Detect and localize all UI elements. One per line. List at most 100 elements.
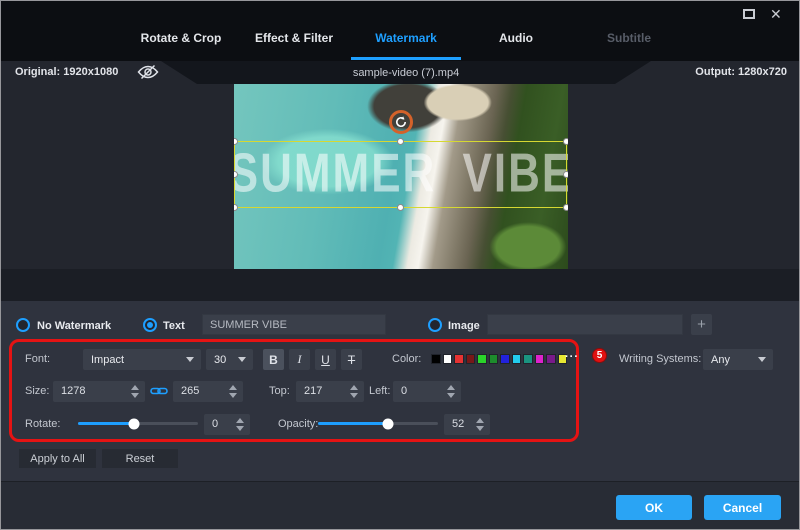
rotate-slider[interactable]: [78, 422, 198, 425]
opacity-spinner[interactable]: 52: [444, 414, 490, 435]
no-watermark-label: No Watermark: [37, 320, 111, 332]
color-swatch[interactable]: [535, 354, 545, 364]
strikethrough-button[interactable]: T: [341, 349, 362, 370]
left-value: 0: [401, 385, 407, 397]
spin-down-icon[interactable]: [350, 393, 358, 398]
underline-icon: U: [321, 353, 330, 367]
resize-handle-mid-left[interactable]: [234, 171, 238, 178]
font-family-value: Impact: [91, 354, 124, 366]
underline-button[interactable]: U: [315, 349, 336, 370]
image-watermark-radio[interactable]: [428, 318, 442, 332]
resize-handle-bottom-center[interactable]: [397, 204, 404, 211]
spin-up-icon[interactable]: [131, 385, 139, 390]
maximize-icon: [743, 9, 755, 19]
writing-systems-label: Writing Systems:: [619, 353, 701, 365]
strikethrough-icon: T: [348, 353, 355, 367]
spin-down-icon[interactable]: [229, 393, 237, 398]
image-watermark-label: Image: [448, 320, 480, 332]
spin-up-icon[interactable]: [236, 418, 244, 423]
spin-down-icon[interactable]: [476, 426, 484, 431]
resize-handle-top-left[interactable]: [234, 138, 238, 145]
plus-icon: +: [697, 316, 706, 333]
bold-button[interactable]: B: [263, 349, 284, 370]
close-button[interactable]: ✕: [770, 6, 782, 22]
chevron-down-icon: [238, 357, 246, 362]
video-preview: SUMMER VIBE: [234, 84, 568, 269]
italic-icon: I: [298, 352, 302, 367]
text-watermark-label: Text: [163, 320, 185, 332]
resize-handle-top-right[interactable]: [563, 138, 568, 145]
spin-down-icon[interactable]: [131, 393, 139, 398]
color-swatch[interactable]: [477, 354, 487, 364]
bold-icon: B: [269, 353, 278, 367]
spin-up-icon[interactable]: [476, 418, 484, 423]
rotate-spinner[interactable]: 0: [204, 414, 250, 435]
color-swatch[interactable]: [546, 354, 556, 364]
no-watermark-radio[interactable]: [16, 318, 30, 332]
spin-down-icon[interactable]: [447, 393, 455, 398]
link-dimensions-button[interactable]: [150, 385, 168, 397]
tab-watermark[interactable]: Watermark: [375, 31, 437, 45]
color-swatch[interactable]: [466, 354, 476, 364]
height-value: 265: [181, 385, 199, 397]
color-swatch[interactable]: [443, 354, 453, 364]
chevron-down-icon: [758, 357, 766, 362]
width-spinner[interactable]: 1278: [53, 381, 145, 402]
apply-to-all-label: Apply to All: [30, 453, 84, 465]
resize-handle-bottom-right[interactable]: [563, 204, 568, 211]
color-swatch[interactable]: [489, 354, 499, 364]
tab-effect-filter[interactable]: Effect & Filter: [255, 31, 333, 45]
resize-handle-top-center[interactable]: [397, 138, 404, 145]
opacity-slider[interactable]: [318, 422, 438, 425]
opacity-label: Opacity:: [278, 418, 318, 430]
left-label: Left:: [369, 385, 390, 397]
reset-button[interactable]: Reset: [102, 449, 178, 468]
italic-button[interactable]: I: [289, 349, 310, 370]
bottom-bar: OK Cancel: [1, 481, 799, 530]
spin-up-icon[interactable]: [229, 385, 237, 390]
width-value: 1278: [61, 385, 85, 397]
top-value: 217: [304, 385, 322, 397]
rotate-arrow-icon: [394, 115, 408, 129]
spin-up-icon[interactable]: [447, 385, 455, 390]
maximize-button[interactable]: [743, 6, 755, 19]
resize-handle-mid-right[interactable]: [563, 171, 568, 178]
preview-compare-button[interactable]: [137, 64, 163, 82]
font-label: Font:: [25, 353, 50, 365]
chain-link-icon: [150, 385, 168, 397]
font-size-dropdown[interactable]: 30: [206, 349, 253, 370]
watermark-text-input[interactable]: [202, 314, 386, 335]
color-swatch[interactable]: [431, 354, 441, 364]
text-watermark-radio[interactable]: [143, 318, 157, 332]
top-spinner[interactable]: 217: [296, 381, 364, 402]
cancel-label: Cancel: [723, 501, 762, 515]
add-image-button[interactable]: +: [691, 314, 712, 335]
color-swatch[interactable]: [500, 354, 510, 364]
tab-audio[interactable]: Audio: [499, 31, 533, 45]
more-colors-button[interactable]: ···: [565, 351, 579, 363]
cancel-button[interactable]: Cancel: [704, 495, 781, 520]
ok-button[interactable]: OK: [616, 495, 692, 520]
color-swatch[interactable]: [523, 354, 533, 364]
opacity-slider-thumb[interactable]: [382, 418, 393, 429]
eye-off-icon: [137, 64, 159, 80]
color-swatch-list: [431, 354, 567, 364]
tab-rotate-crop[interactable]: Rotate & Crop: [141, 31, 222, 45]
color-swatch[interactable]: [512, 354, 522, 364]
rotate-slider-thumb[interactable]: [129, 418, 140, 429]
opacity-value: 52: [452, 418, 464, 430]
font-family-dropdown[interactable]: Impact: [83, 349, 201, 370]
left-spinner[interactable]: 0: [393, 381, 461, 402]
watermark-selection-box[interactable]: [234, 141, 567, 208]
spin-up-icon[interactable]: [350, 385, 358, 390]
rotate-handle[interactable]: [389, 110, 413, 134]
rotate-slider-fill: [78, 422, 134, 425]
spin-down-icon[interactable]: [236, 426, 244, 431]
rotate-label: Rotate:: [25, 418, 60, 430]
watermark-image-input[interactable]: [487, 314, 683, 335]
writing-systems-dropdown[interactable]: Any: [703, 349, 773, 370]
color-swatch[interactable]: [454, 354, 464, 364]
height-spinner[interactable]: 265: [173, 381, 243, 402]
apply-to-all-button[interactable]: Apply to All: [19, 449, 96, 468]
tab-subtitle[interactable]: Subtitle: [607, 31, 651, 45]
